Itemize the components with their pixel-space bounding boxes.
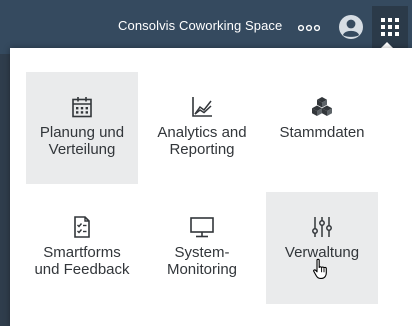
tile-label: Smartforms und Feedback: [34, 244, 130, 278]
tile-verwaltung[interactable]: Verwaltung: [266, 192, 378, 304]
tile-system-monitoring[interactable]: System- Monitoring: [146, 192, 258, 304]
tile-label: Analytics and Reporting: [157, 124, 247, 158]
tile-planung-und-verteilung[interactable]: Planung und Verteilung: [26, 72, 138, 184]
sliders-icon: [312, 217, 332, 237]
app-title: Consolvis Coworking Space: [118, 18, 283, 33]
form-checklist-icon: [74, 216, 90, 238]
tile-stammdaten[interactable]: Stammdaten: [266, 72, 378, 184]
monitor-icon: [190, 217, 214, 238]
shell-header: Consolvis Coworking Space: [0, 0, 412, 54]
app-grid-icon: [381, 18, 399, 36]
hand-cursor-icon: [313, 258, 327, 279]
tile-label: Stammdaten: [279, 124, 365, 141]
cubes-icon: [312, 97, 332, 116]
user-avatar-button[interactable]: [338, 14, 364, 40]
more-icon: [298, 24, 320, 32]
line-chart-icon: [192, 97, 212, 117]
user-avatar-icon: [339, 15, 363, 39]
more-button[interactable]: [296, 20, 322, 36]
app-finder-popover: Planung und Verteilung Analytics and Rep…: [10, 48, 412, 326]
tile-label: Planung und Verteilung: [39, 124, 125, 158]
tile-label: System- Monitoring: [166, 244, 238, 278]
calendar-icon: [72, 97, 92, 118]
tile-smartforms-und-feedback[interactable]: Smartforms und Feedback: [26, 192, 138, 304]
tile-analytics-and-reporting[interactable]: Analytics and Reporting: [146, 72, 258, 184]
